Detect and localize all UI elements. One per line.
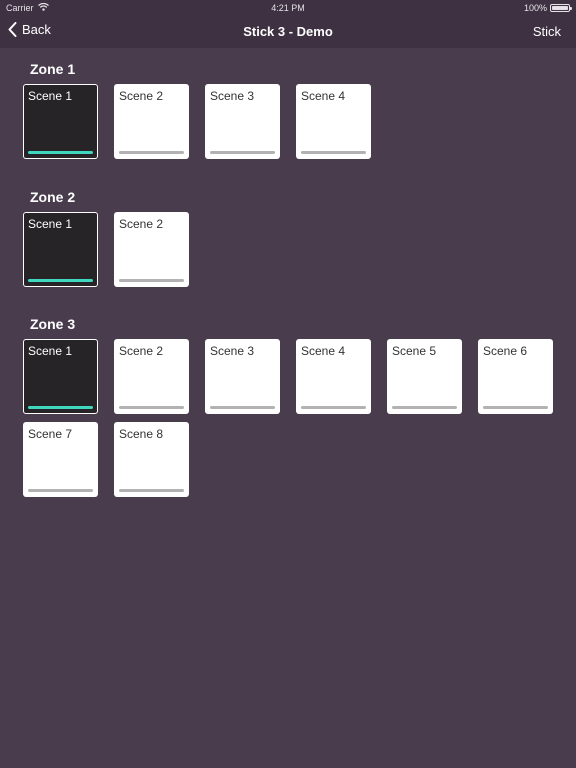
scene-tile[interactable]: Scene 8 [114, 422, 189, 497]
scene-indicator [119, 151, 184, 154]
scene-tile[interactable]: Scene 3 [205, 84, 280, 159]
scene-label: Scene 2 [119, 344, 164, 358]
scene-label: Scene 6 [483, 344, 528, 358]
scene-tile[interactable]: Scene 1 [23, 212, 98, 287]
status-time: 4:21 PM [271, 3, 305, 13]
scene-tile[interactable]: Scene 2 [114, 84, 189, 159]
scene-active-indicator [28, 406, 93, 409]
scene-label: Scene 4 [301, 344, 346, 358]
scene-label: Scene 2 [119, 89, 164, 103]
scene-indicator [119, 406, 184, 409]
scene-label: Scene 7 [28, 427, 73, 441]
scene-active-indicator [28, 279, 93, 282]
scene-tile[interactable]: Scene 5 [387, 339, 462, 414]
battery-indicator: 100% [523, 0, 572, 16]
battery-icon [550, 4, 572, 12]
scene-indicator [119, 279, 184, 282]
scene-label: Scene 1 [28, 344, 73, 358]
top-bar: Carrier 4:21 PM 100% Back Stick 3 - Demo… [0, 0, 576, 48]
scene-label: Scene 3 [210, 344, 255, 358]
stick-button[interactable]: Stick [533, 24, 561, 39]
scene-tile[interactable]: Scene 3 [205, 339, 280, 414]
scene-indicator [301, 406, 366, 409]
scene-label: Scene 8 [119, 427, 164, 441]
scene-indicator [210, 151, 275, 154]
scene-tile[interactable]: Scene 2 [114, 339, 189, 414]
scene-tile[interactable]: Scene 4 [296, 84, 371, 159]
scene-label: Scene 4 [301, 89, 346, 103]
scene-indicator [28, 489, 93, 492]
zone-title: Zone 1 [30, 61, 76, 77]
scene-grid: Scene 1 Scene 2 Scene 3 Scene 4 Scene 5 Scene… [23, 339, 553, 497]
scene-tile[interactable]: Scene 4 [296, 339, 371, 414]
scene-tile[interactable]: Scene 7 [23, 422, 98, 497]
scene-indicator [119, 489, 184, 492]
scene-label: Scene 1 [28, 217, 73, 231]
page-title: Stick 3 - Demo [243, 24, 333, 39]
zone-section: Zone 3 Scene 1 Scene 2 Scene 3 Scene 4 Scene … [23, 315, 553, 497]
status-bar: Carrier 4:21 PM 100% [0, 0, 576, 16]
scene-indicator [301, 151, 366, 154]
scene-indicator [483, 406, 548, 409]
zone-section: Zone 1 Scene 1 Scene 2 Scene 3 Scene 4 [23, 60, 553, 159]
scene-tile[interactable]: Scene 1 [23, 84, 98, 159]
scene-active-indicator [28, 151, 93, 154]
scene-tile[interactable]: Scene 2 [114, 212, 189, 287]
navigation-bar: Back Stick 3 - Demo Stick [0, 16, 576, 48]
scene-tile[interactable]: Scene 1 [23, 339, 98, 414]
scene-label: Scene 2 [119, 217, 164, 231]
scene-indicator [210, 406, 275, 409]
zone-title: Zone 3 [30, 316, 76, 332]
scene-grid: Scene 1 Scene 2 Scene 3 Scene 4 [23, 84, 553, 159]
scene-grid: Scene 1 Scene 2 [23, 212, 553, 287]
battery-percent: 100% [523, 3, 547, 13]
scene-indicator [392, 406, 457, 409]
scene-label: Scene 5 [392, 344, 437, 358]
scene-tile[interactable]: Scene 6 [478, 339, 553, 414]
zone-section: Zone 2 Scene 1 Scene 2 [23, 188, 553, 287]
scene-label: Scene 3 [210, 89, 255, 103]
zone-title: Zone 2 [30, 189, 76, 205]
scene-label: Scene 1 [28, 89, 73, 103]
